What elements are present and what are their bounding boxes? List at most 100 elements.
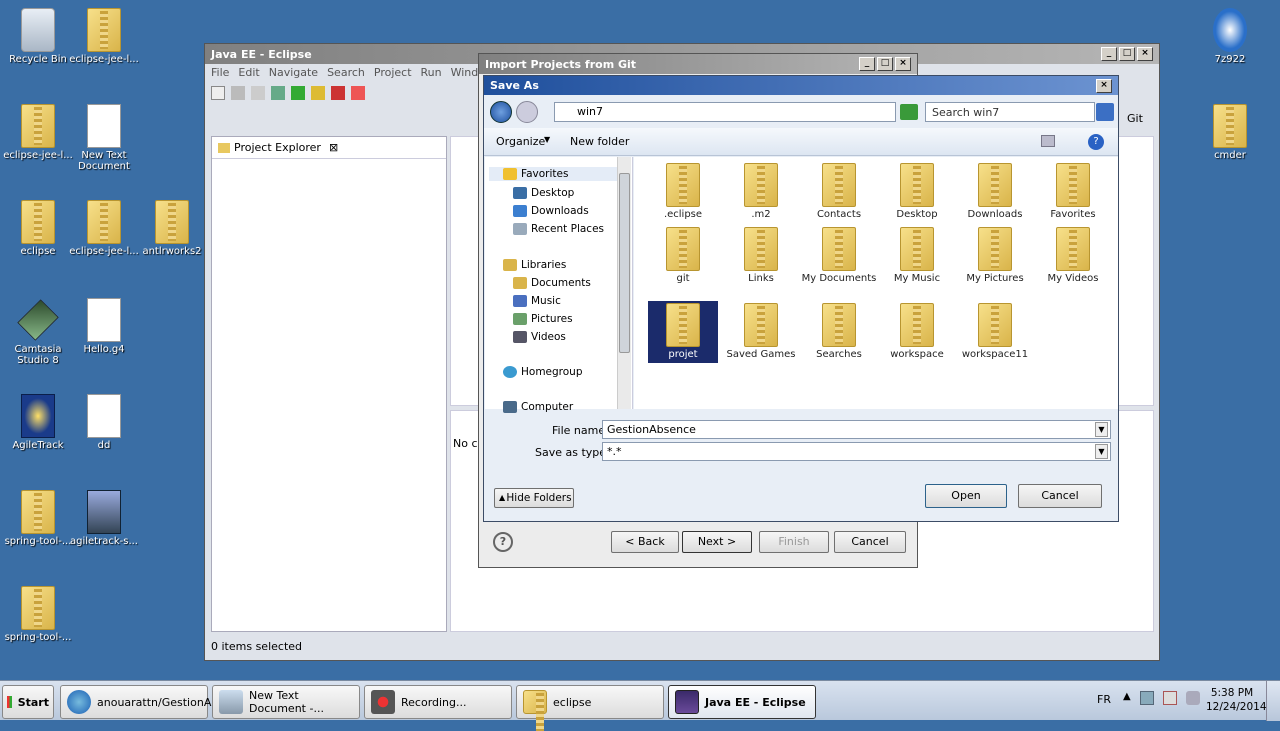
menu-file[interactable]: File: [211, 66, 229, 79]
desktop-icon-cmder[interactable]: cmder: [1192, 104, 1268, 161]
stop-icon[interactable]: [331, 86, 345, 100]
close-button[interactable]: ×: [1096, 78, 1112, 93]
folder-saved-games[interactable]: Saved Games: [722, 303, 800, 360]
folder-m2[interactable]: .m2: [722, 163, 800, 220]
nav-videos[interactable]: Videos: [513, 331, 566, 343]
action-center-icon[interactable]: [1163, 691, 1177, 705]
taskbar-item-java-ee-eclipse[interactable]: Java EE - Eclipse: [668, 685, 816, 719]
network-icon[interactable]: [1140, 691, 1154, 705]
desktop-icon-7z922[interactable]: 7z922: [1192, 8, 1268, 65]
desktop-icon-agiletrack[interactable]: AgileTrack: [0, 394, 76, 451]
nav-recent-places[interactable]: Recent Places: [513, 223, 604, 235]
show-hidden-icons[interactable]: ▲: [1123, 691, 1131, 702]
close-button[interactable]: ×: [1137, 47, 1153, 61]
folder-my-music[interactable]: My Music: [878, 227, 956, 284]
folder-searches[interactable]: Searches: [800, 303, 878, 360]
folder-my-pictures[interactable]: My Pictures: [956, 227, 1034, 284]
open-button[interactable]: Open: [925, 484, 1007, 508]
desktop-icon-hello-g4[interactable]: Hello.g4: [66, 298, 142, 355]
folder-contacts[interactable]: Contacts: [800, 163, 878, 220]
chevron-down-icon[interactable]: ▼: [1095, 444, 1108, 459]
nav-favorites[interactable]: Favorites: [489, 167, 619, 181]
pause-icon[interactable]: [311, 86, 325, 100]
nav-scrollbar[interactable]: [617, 157, 631, 409]
clock[interactable]: 5:38 PM 12/24/2014: [1206, 686, 1267, 714]
close-icon[interactable]: ⊠: [329, 141, 338, 154]
tab-project-explorer[interactable]: Project Explorer: [234, 141, 321, 154]
desktop-icon-new-text-document[interactable]: New Text Document: [66, 104, 142, 172]
nav-computer[interactable]: Computer: [503, 401, 573, 413]
disconnect-icon[interactable]: [351, 86, 365, 100]
folder-links[interactable]: Links: [722, 227, 800, 284]
hide-folders-button[interactable]: ▲ Hide Folders: [494, 488, 574, 508]
refresh-icon[interactable]: [900, 104, 918, 120]
menu-edit[interactable]: Edit: [238, 66, 259, 79]
search-icon[interactable]: [1096, 103, 1114, 121]
menu-search[interactable]: Search: [327, 66, 365, 79]
desktop-icon-eclipse-jee-1[interactable]: eclipse-jee-l...: [66, 8, 142, 65]
nav-back-button[interactable]: [490, 101, 512, 123]
folder-workspace[interactable]: workspace: [878, 303, 956, 360]
menu-run[interactable]: Run: [421, 66, 442, 79]
cancel-button[interactable]: Cancel: [1018, 484, 1102, 508]
back-button[interactable]: < Back: [611, 531, 679, 553]
nav-documents[interactable]: Documents: [513, 277, 591, 289]
desktop-icon-recycle-bin[interactable]: Recycle Bin: [0, 8, 76, 65]
cancel-button[interactable]: Cancel: [834, 531, 906, 553]
help-icon[interactable]: ?: [1088, 134, 1104, 150]
next-button[interactable]: Next >: [682, 531, 752, 553]
volume-icon[interactable]: [1186, 691, 1200, 705]
folder-eclipse[interactable]: .eclipse: [644, 163, 722, 220]
folder-workspace11[interactable]: workspace11: [956, 303, 1034, 360]
minimize-button[interactable]: _: [859, 57, 875, 71]
git-tab[interactable]: Git: [1127, 112, 1143, 125]
taskbar-item-browser[interactable]: anouarattn/GestionA...: [60, 685, 222, 719]
taskbar-item-notepad[interactable]: New Text Document -...: [212, 685, 360, 719]
desktop-icon-dd[interactable]: dd: [66, 394, 142, 451]
maximize-button[interactable]: □: [877, 57, 893, 71]
address-bar[interactable]: win7: [554, 102, 896, 122]
file-name-input[interactable]: GestionAbsence ▼: [602, 420, 1111, 439]
desktop-icon-camtasia[interactable]: Camtasia Studio 8: [0, 298, 76, 366]
desktop-icon-antlrworks2[interactable]: antlrworks2: [134, 200, 210, 257]
finish-button[interactable]: Finish: [759, 531, 829, 553]
folder-my-videos[interactable]: My Videos: [1034, 227, 1112, 284]
show-desktop-button[interactable]: [1266, 681, 1280, 721]
help-icon[interactable]: ?: [493, 532, 513, 552]
new-folder-button[interactable]: New folder: [570, 135, 629, 148]
taskbar-item-eclipse-folder[interactable]: eclipse: [516, 685, 664, 731]
new-icon[interactable]: [211, 86, 225, 100]
folder-projet[interactable]: projet: [648, 301, 718, 363]
nav-desktop[interactable]: Desktop: [513, 187, 574, 199]
nav-music[interactable]: Music: [513, 295, 561, 307]
save-type-select[interactable]: *.* ▼: [602, 442, 1111, 461]
view-options-icon[interactable]: [1041, 135, 1055, 147]
print-icon[interactable]: [251, 86, 265, 100]
menu-navigate[interactable]: Navigate: [269, 66, 318, 79]
desktop-icon-spring-tool-1[interactable]: spring-tool-...: [0, 490, 76, 547]
folder-desktop[interactable]: Desktop: [878, 163, 956, 220]
desktop-icon-spring-tool-2[interactable]: spring-tool-...: [0, 586, 76, 643]
nav-libraries[interactable]: Libraries: [503, 259, 566, 271]
menu-project[interactable]: Project: [374, 66, 412, 79]
save-icon[interactable]: [231, 86, 245, 100]
desktop-icon-eclipse-jee-2[interactable]: eclipse-jee-l...: [0, 104, 76, 161]
minimize-button[interactable]: _: [1101, 47, 1117, 61]
desktop-icon-eclipse[interactable]: eclipse: [0, 200, 76, 257]
search-box[interactable]: Search win7: [925, 102, 1095, 122]
folder-my-documents[interactable]: My Documents: [800, 227, 878, 284]
start-button[interactable]: Start: [2, 685, 54, 719]
taskbar-item-recording[interactable]: Recording...: [364, 685, 512, 719]
organize-button[interactable]: Organize: [496, 135, 545, 148]
maximize-button[interactable]: □: [1119, 47, 1135, 61]
chevron-down-icon[interactable]: ▼: [1095, 422, 1108, 437]
desktop-icon-agiletrack-setup[interactable]: agiletrack-s...: [66, 490, 142, 547]
debug-icon[interactable]: [271, 86, 285, 100]
nav-pictures[interactable]: Pictures: [513, 313, 573, 325]
close-button[interactable]: ×: [895, 57, 911, 71]
folder-favorites[interactable]: Favorites: [1034, 163, 1112, 220]
folder-git[interactable]: git: [644, 227, 722, 284]
nav-homegroup[interactable]: Homegroup: [503, 366, 583, 378]
language-indicator[interactable]: FR: [1097, 693, 1111, 706]
nav-downloads[interactable]: Downloads: [513, 205, 589, 217]
